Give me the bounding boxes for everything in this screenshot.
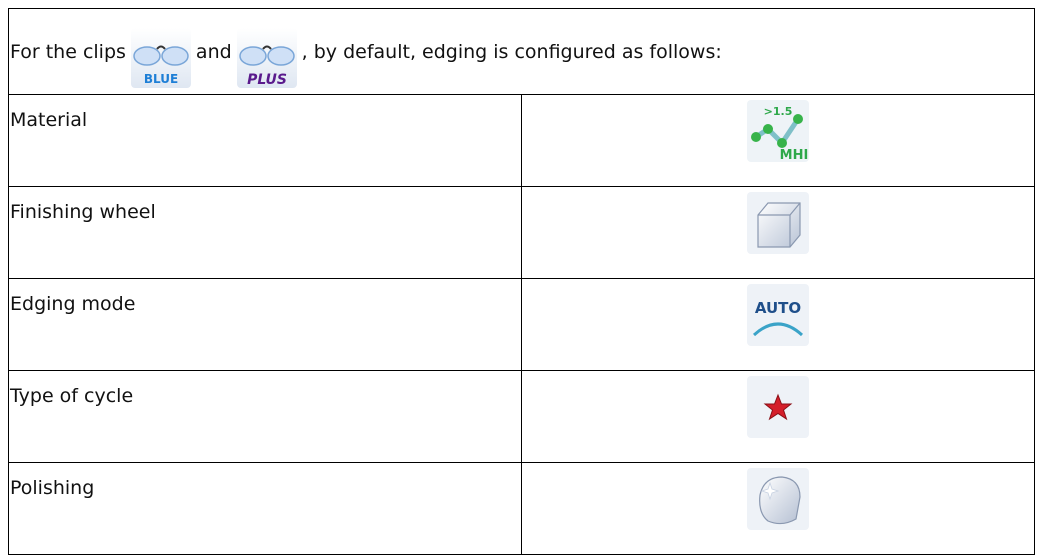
- table-row: Edging mode AUTO: [8, 278, 1035, 371]
- svg-text:AUTO: AUTO: [755, 299, 801, 317]
- row-label-finishing-wheel: Finishing wheel: [8, 186, 522, 279]
- material-mhi-icon: >1.5 MHI: [746, 99, 810, 168]
- table-row: Polishing: [8, 462, 1035, 555]
- svg-text:BLUE: BLUE: [144, 72, 178, 86]
- settings-table: For the clips BLUE and PLUS , by default…: [8, 8, 1035, 555]
- svg-text:MHI: MHI: [780, 148, 809, 163]
- table-row: Type of cycle: [8, 370, 1035, 463]
- table-row: Material >1.5 MHI: [8, 94, 1035, 187]
- header-text-1: For the clips: [10, 40, 126, 63]
- row-label-edging-mode: Edging mode: [8, 278, 522, 371]
- header-text-2: and: [195, 40, 232, 63]
- glasses-plus-icon: PLUS: [236, 27, 298, 89]
- header-text-3: , by default, edging is configured as fo…: [301, 40, 722, 63]
- row-label-polishing: Polishing: [8, 462, 522, 555]
- header-row: For the clips BLUE and PLUS , by default…: [8, 8, 1035, 95]
- svg-text:>1.5: >1.5: [764, 105, 793, 118]
- svg-text:PLUS: PLUS: [247, 72, 287, 88]
- table-row: Finishing wheel: [8, 186, 1035, 279]
- edging-mode-auto-icon: AUTO: [746, 283, 810, 352]
- cycle-star-icon: [746, 375, 810, 444]
- row-label-type-of-cycle: Type of cycle: [8, 370, 522, 463]
- glasses-blue-icon: BLUE: [130, 27, 192, 89]
- row-label-material: Material: [8, 94, 522, 187]
- polishing-icon: [746, 467, 810, 536]
- finishing-wheel-icon: [746, 191, 810, 260]
